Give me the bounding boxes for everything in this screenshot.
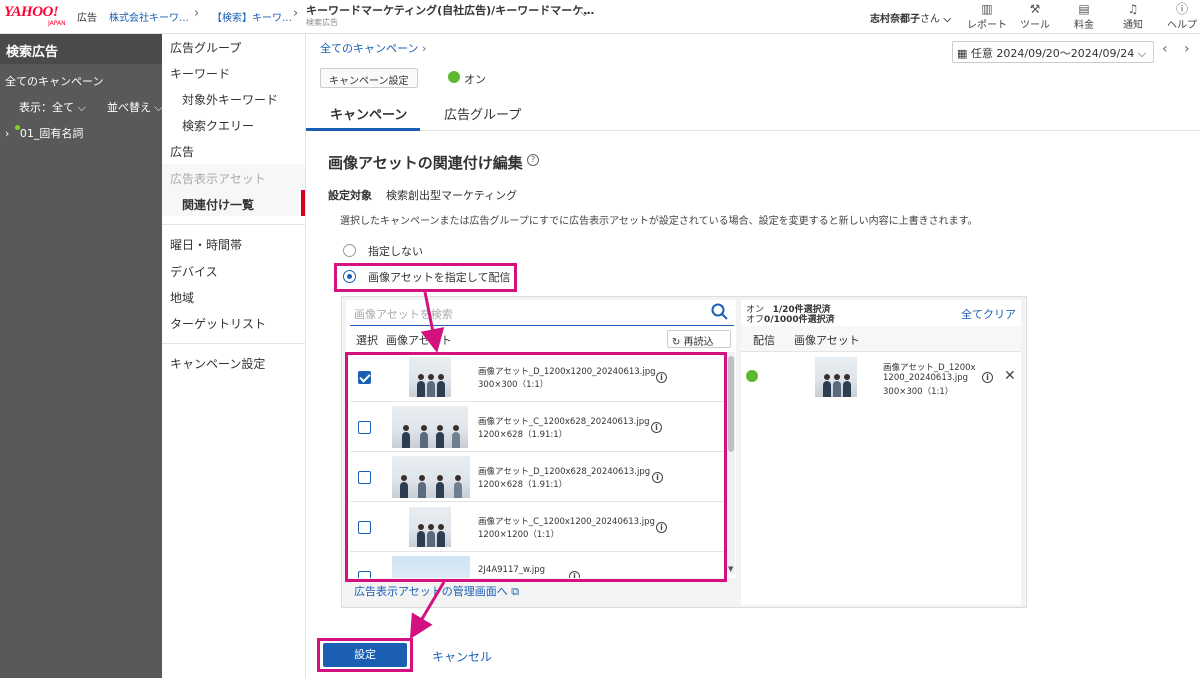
radio-label-none: 指定しない xyxy=(368,245,423,258)
submit-button[interactable]: 設定 xyxy=(323,643,407,667)
breadcrumb-campaign[interactable]: 【検索】キーワ… xyxy=(212,9,292,24)
col-delivery: 配信 xyxy=(753,334,775,347)
radio-specify-assets[interactable] xyxy=(343,270,356,283)
wrench-icon: ⚒ xyxy=(1029,2,1041,16)
sidebar-title: 検索広告 xyxy=(0,34,162,64)
reload-icon: ↻ xyxy=(672,337,681,348)
active-indicator xyxy=(301,190,305,216)
asset-management-link[interactable]: 広告表示アセットの管理画面へ ⧉ xyxy=(354,583,519,599)
subnav-target-lists[interactable]: ターゲットリスト xyxy=(170,315,266,332)
notification-button[interactable]: ♫ 通知 xyxy=(1111,2,1155,31)
subnav-ads[interactable]: 広告 xyxy=(170,143,194,160)
radio-label-specify: 画像アセットを指定して配信 xyxy=(368,271,511,284)
prev-period-button[interactable]: ‹ xyxy=(1162,41,1168,57)
campaign-tree-item[interactable]: › 01_固有名詞 xyxy=(5,125,83,141)
divider xyxy=(162,343,305,344)
next-period-button[interactable]: › xyxy=(1184,41,1190,57)
bell-icon: ♫ xyxy=(1127,2,1139,16)
tab-campaign[interactable]: キャンペーン xyxy=(330,104,407,123)
logo-ad-label: 広告 xyxy=(77,13,97,24)
target-label: 設定対象 xyxy=(328,189,372,202)
subnav-campaign-settings[interactable]: キャンペーン設定 xyxy=(170,355,265,372)
remove-icon[interactable]: ✕ xyxy=(1004,368,1016,384)
search-icon[interactable] xyxy=(711,303,729,321)
selected-off-count: オフ0/1000件選択済 xyxy=(746,315,835,325)
selected-asset-filename-1: 画像アセット_D_1200x xyxy=(883,363,976,373)
wallet-icon: ▤ xyxy=(1078,2,1090,16)
subnav-keywords[interactable]: キーワード xyxy=(170,65,230,82)
status-on-icon xyxy=(448,71,460,83)
help-icon[interactable]: ? xyxy=(527,154,539,166)
col-asset: 画像アセット xyxy=(386,334,452,347)
breadcrumb-account[interactable]: 株式会社キーワ… xyxy=(109,9,189,24)
selected-asset-filename-2: 1200_20240613.jpg xyxy=(883,373,968,383)
display-filter[interactable]: 表示：全て ⌵ xyxy=(19,99,86,115)
clear-all-button[interactable]: 全てクリア xyxy=(961,306,1016,322)
cancel-button[interactable]: キャンセル xyxy=(432,648,492,665)
info-icon[interactable]: i xyxy=(982,372,993,383)
campaign-type: 検索広告 xyxy=(306,18,338,27)
chevron-right-icon: › xyxy=(194,6,200,21)
date-range-picker[interactable]: ▦ 任意 2024/09/20〜2024/09/24 ⌵ xyxy=(952,41,1154,63)
selected-header xyxy=(741,326,1021,352)
help-button[interactable]: ⓘ ヘルプ xyxy=(1160,2,1200,31)
user-suffix: さん xyxy=(920,14,940,25)
help-icon: ⓘ xyxy=(1175,2,1188,16)
subnav-associations[interactable]: 関連付け一覧 xyxy=(182,196,254,213)
search-underline xyxy=(350,325,734,326)
tab-ad-group[interactable]: 広告グループ xyxy=(444,104,521,123)
description-text: 選択したキャンペーンまたは広告グループにすでに広告表示アセットが設定されている場… xyxy=(340,216,978,227)
active-tab-indicator xyxy=(306,128,420,131)
bar-chart-icon: ▥ xyxy=(981,2,993,16)
page-title: 画像アセットの関連付け編集 xyxy=(328,154,523,172)
sub-sidebar: 広告グループ キーワード 対象外キーワード 検索クエリー 広告 広告表示アセット… xyxy=(162,34,306,678)
status-text: オン xyxy=(464,73,486,86)
delivery-on-icon[interactable] xyxy=(746,370,758,382)
report-button[interactable]: ▥ レポート xyxy=(965,2,1009,31)
chevron-down-icon[interactable]: ⌵ xyxy=(580,5,589,20)
subnav-locations[interactable]: 地域 xyxy=(170,289,194,306)
tool-button[interactable]: ⚒ ツール xyxy=(1013,2,1057,31)
divider xyxy=(162,224,305,225)
highlight-box xyxy=(345,352,727,582)
campaign-title: キーワードマーケティング(自社広告)/キーワードマーケ… xyxy=(306,4,595,17)
subnav-schedule[interactable]: 曜日・時間帯 xyxy=(170,236,242,253)
reload-button[interactable]: ↻ 再読込 xyxy=(667,330,731,348)
scrollbar-thumb[interactable] xyxy=(728,356,734,452)
chevron-right-icon: › xyxy=(421,42,427,55)
subnav-negative-keywords[interactable]: 対象外キーワード xyxy=(182,91,278,108)
yahoo-logo[interactable]: YAHOO! xyxy=(4,4,59,21)
subnav-search-queries[interactable]: 検索クエリー xyxy=(182,117,254,134)
target-value: 検索創出型マーケティング xyxy=(386,189,518,202)
search-input[interactable]: 画像アセットを検索 xyxy=(354,306,453,322)
selected-asset-size: 300×300（1:1） xyxy=(883,387,954,397)
billing-button[interactable]: ▤ 料金 xyxy=(1062,2,1106,31)
col-selected-asset: 画像アセット xyxy=(794,334,860,347)
sort-menu[interactable]: 並べ替え ⌵ xyxy=(107,99,163,115)
user-name: 志村奈都子 xyxy=(870,14,920,25)
scroll-down-arrow[interactable]: ▼ xyxy=(728,565,733,573)
calendar-icon: ▦ xyxy=(957,47,968,60)
external-link-icon: ⧉ xyxy=(511,585,520,598)
selected-asset-thumbnail xyxy=(815,357,857,397)
col-select: 選択 xyxy=(356,334,378,347)
all-campaigns-link[interactable]: 全てのキャンペーン xyxy=(5,73,103,89)
campaign-setting-button[interactable]: キャンペーン設定 xyxy=(320,68,418,88)
chevron-right-icon: › xyxy=(293,6,299,21)
subnav-ad-assets[interactable]: 広告表示アセット xyxy=(170,170,266,187)
left-sidebar: 全てのキャンペーン 表示：全て ⌵ 並べ替え ⌵ › 01_固有名詞 xyxy=(0,34,163,678)
subnav-ad-groups[interactable]: 広告グループ xyxy=(170,39,241,56)
user-menu[interactable]: 志村奈都子さん ⌵ xyxy=(870,10,951,25)
subnav-devices[interactable]: デバイス xyxy=(170,263,218,280)
tab-bar xyxy=(306,97,1200,131)
radio-no-assignment[interactable] xyxy=(343,244,356,257)
logo-japan: JAPAN xyxy=(48,20,66,27)
main-breadcrumb[interactable]: 全てのキャンペーン › xyxy=(320,40,426,56)
